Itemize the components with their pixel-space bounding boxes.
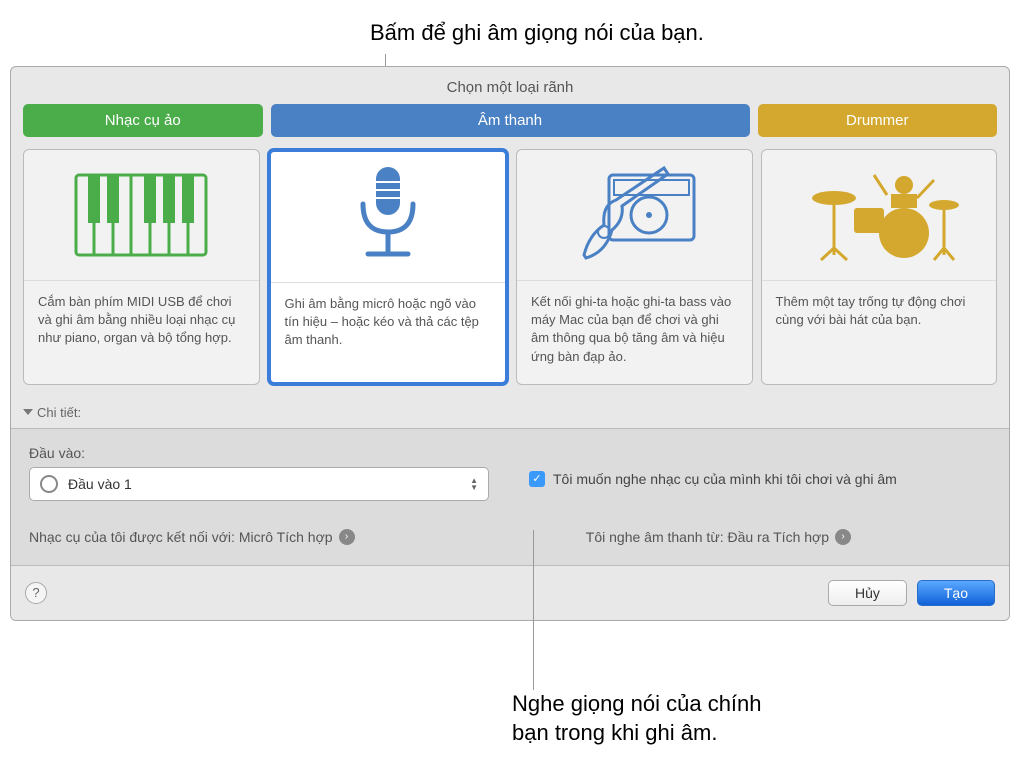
track-type-cards: Cắm bàn phím MIDI USB để chơi và ghi âm … <box>11 149 1009 397</box>
card-audio-mic[interactable]: Ghi âm bằng micrô hoặc ngõ vào tín hiệu … <box>268 149 509 385</box>
chevron-right-icon: › <box>835 529 851 545</box>
tab-virtual-instrument[interactable]: Nhạc cụ ảo <box>23 104 263 137</box>
input-device-text: Nhạc cụ của tôi được kết nối với: Micrô … <box>29 529 333 545</box>
input-device-link[interactable]: Nhạc cụ của tôi được kết nối với: Micrô … <box>29 529 355 545</box>
drumkit-icon <box>762 150 997 280</box>
tab-drummer[interactable]: Drummer <box>758 104 998 137</box>
callout-record-voice: Bấm để ghi âm giọng nói của bạn. <box>370 20 704 46</box>
card-drummer[interactable]: Thêm một tay trống tự động chơi cùng với… <box>761 149 998 385</box>
card-desc: Cắm bàn phím MIDI USB để chơi và ghi âm … <box>24 280 259 366</box>
track-type-tabs: Nhạc cụ ảo Âm thanh Drummer <box>11 104 1009 149</box>
card-desc: Ghi âm bằng micrô hoặc ngõ vào tín hiệu … <box>271 282 506 368</box>
output-device-text: Tôi nghe âm thanh từ: Đầu ra Tích hợp <box>586 529 829 545</box>
callout-monitor-voice: Nghe giọng nói của chính bạn trong khi g… <box>512 690 762 747</box>
callout-line <box>533 530 534 690</box>
help-button[interactable]: ? <box>25 582 47 604</box>
keyboard-icon <box>24 150 259 280</box>
card-audio-guitar[interactable]: Kết nối ghi-ta hoặc ghi-ta bass vào máy … <box>516 149 753 385</box>
input-value: Đầu vào 1 <box>68 476 132 492</box>
select-arrows-icon: ▲▼ <box>470 477 478 491</box>
monitor-label: Tôi muốn nghe nhạc cụ của mình khi tôi c… <box>553 471 897 487</box>
chevron-right-icon: › <box>339 529 355 545</box>
card-desc: Thêm một tay trống tự động chơi cùng với… <box>762 280 997 347</box>
microphone-icon <box>271 152 506 282</box>
input-select[interactable]: Đầu vào 1 ▲▼ <box>29 467 489 501</box>
disclosure-triangle-icon <box>23 409 33 415</box>
footer: ? Hủy Tạo <box>11 566 1009 620</box>
details-panel: Đầu vào: Đầu vào 1 ▲▼ ✓ Tôi muốn nghe nh… <box>11 428 1009 566</box>
cancel-button[interactable]: Hủy <box>828 580 907 606</box>
input-label: Đầu vào: <box>29 445 489 461</box>
card-software-instrument[interactable]: Cắm bàn phím MIDI USB để chơi và ghi âm … <box>23 149 260 385</box>
window-title: Chọn một loại rãnh <box>11 67 1009 104</box>
details-label: Chi tiết: <box>37 405 81 420</box>
input-channel-icon <box>40 475 58 493</box>
guitar-amp-icon <box>517 150 752 280</box>
details-toggle[interactable]: Chi tiết: <box>11 397 1009 428</box>
track-type-window: Chọn một loại rãnh Nhạc cụ ảo Âm thanh D… <box>10 66 1010 621</box>
create-button[interactable]: Tạo <box>917 580 995 606</box>
tab-audio[interactable]: Âm thanh <box>271 104 750 137</box>
monitor-checkbox[interactable]: ✓ <box>529 471 545 487</box>
card-desc: Kết nối ghi-ta hoặc ghi-ta bass vào máy … <box>517 280 752 384</box>
output-device-link[interactable]: Tôi nghe âm thanh từ: Đầu ra Tích hợp › <box>586 529 851 545</box>
